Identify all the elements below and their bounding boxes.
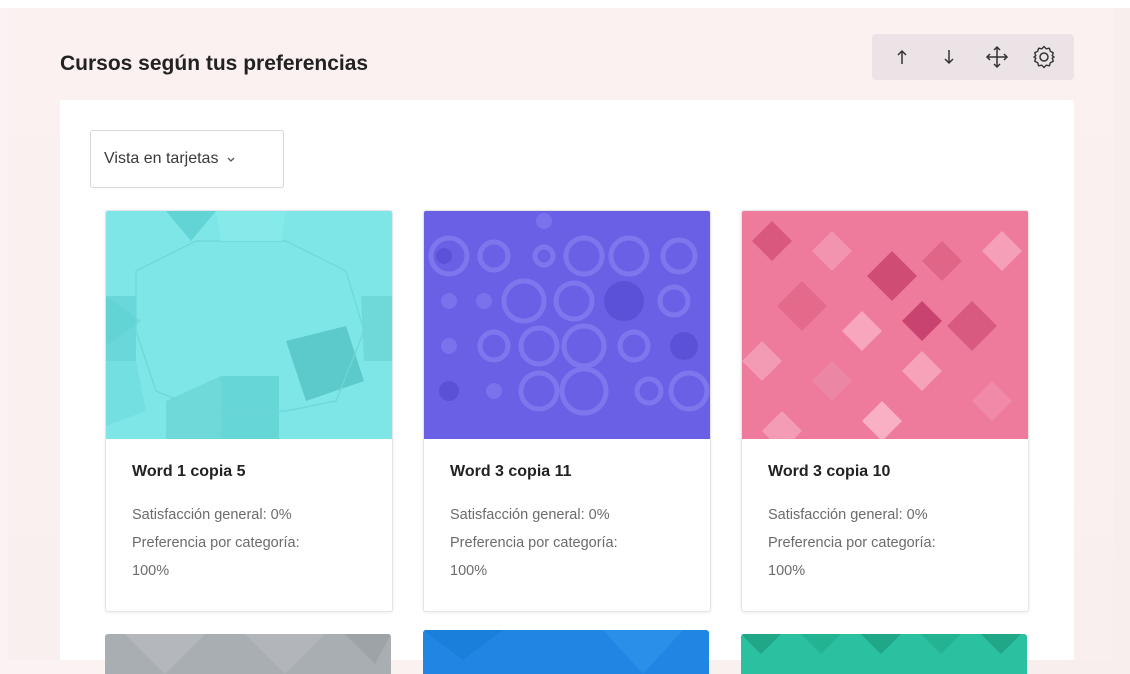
course-preference: Preferencia por categoría: <box>768 535 936 551</box>
gear-icon[interactable] <box>1027 40 1061 74</box>
course-card[interactable]: Word 3 copia 10 Satisfacción general: 0%… <box>741 210 1029 612</box>
course-title[interactable]: Word 1 copia 5 <box>132 463 366 481</box>
top-strip <box>0 0 1130 8</box>
arrow-down-icon[interactable] <box>932 40 966 74</box>
block-controls <box>872 34 1074 80</box>
course-preference: Preferencia por categoría: <box>450 535 618 551</box>
move-icon[interactable] <box>980 40 1014 74</box>
course-image-teal <box>106 211 392 439</box>
course-preference-value: 100% <box>450 563 488 579</box>
view-mode-label: Vista en tarjetas <box>104 150 219 167</box>
chevron-down-icon <box>226 155 236 163</box>
course-card-partial[interactable] <box>423 630 709 674</box>
view-mode-select[interactable]: Vista en tarjetas <box>90 130 284 188</box>
course-satisfaction: Satisfacción general: 0% <box>132 507 292 523</box>
course-card-partial[interactable] <box>741 634 1027 674</box>
course-title[interactable]: Word 3 copia 11 <box>450 463 684 481</box>
course-image-blue <box>423 630 709 674</box>
course-image-green <box>741 634 1027 674</box>
course-image-gray <box>105 634 391 674</box>
course-preference-value: 100% <box>768 563 806 579</box>
course-image-purple <box>424 211 710 439</box>
course-satisfaction: Satisfacción general: 0% <box>768 507 928 523</box>
course-title[interactable]: Word 3 copia 10 <box>768 463 1002 481</box>
course-card[interactable]: Word 3 copia 11 Satisfacción general: 0%… <box>423 210 711 612</box>
course-image-pink <box>742 211 1028 439</box>
course-preference-value: 100% <box>132 563 170 579</box>
courses-panel: Vista en tarjetas Word 1 copia 5 Satisfa… <box>60 100 1074 674</box>
course-preference: Preferencia por categoría: <box>132 535 300 551</box>
course-satisfaction: Satisfacción general: 0% <box>450 507 610 523</box>
course-card-partial[interactable] <box>105 634 391 674</box>
arrow-up-icon[interactable] <box>885 40 919 74</box>
block-title: Cursos según tus preferencias <box>60 52 369 75</box>
course-card[interactable]: Word 1 copia 5 Satisfacción general: 0% … <box>105 210 393 612</box>
courses-block: Cursos según tus preferencias Vista en t… <box>8 8 1114 674</box>
